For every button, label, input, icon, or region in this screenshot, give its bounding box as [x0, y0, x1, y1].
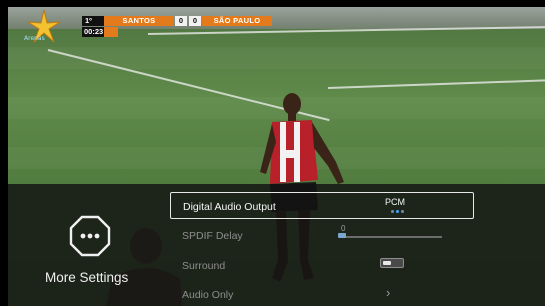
option-dot — [401, 210, 404, 213]
digital-audio-output-value: PCM — [385, 197, 405, 207]
home-team-name: SANTOS — [104, 16, 174, 26]
audio-only-label: Audio Only — [182, 289, 234, 301]
away-team-name: SÃO PAULO — [202, 16, 272, 26]
pitch-line — [327, 78, 545, 89]
option-dot-selected — [396, 210, 399, 213]
match-clock-accent — [104, 27, 118, 37]
surround-label: Surround — [182, 260, 226, 272]
option-dot — [391, 210, 394, 213]
audio-only-setting[interactable]: Audio Only › — [170, 281, 474, 306]
digital-audio-output-setting[interactable]: Digital Audio Output PCM — [170, 192, 474, 219]
settings-panel-title: More Settings — [45, 270, 129, 285]
spdif-delay-slider-knob[interactable] — [338, 233, 346, 238]
channel-logo-text: Arenas — [24, 35, 45, 42]
spdif-delay-value: 0 — [341, 224, 346, 233]
home-team-score: 0 — [175, 16, 187, 26]
surround-setting[interactable]: Surround — [170, 252, 474, 279]
more-dots-icon — [69, 215, 111, 257]
digital-audio-output-label: Digital Audio Output — [183, 201, 276, 213]
match-clock: 00:23 — [82, 27, 104, 37]
spdif-delay-label: SPDIF Delay — [182, 230, 243, 242]
chevron-right-icon: › — [386, 285, 391, 300]
channel-logo-icon — [27, 9, 61, 43]
away-team-score: 0 — [189, 16, 201, 26]
match-period: 1º — [82, 16, 104, 26]
toggle-knob — [383, 261, 391, 265]
scorebug: 1º SANTOS 0 0 SÃO PAULO — [82, 16, 272, 26]
surround-toggle[interactable] — [380, 258, 404, 268]
spdif-delay-slider[interactable] — [340, 236, 442, 238]
option-indicator-dots — [391, 210, 404, 213]
spdif-delay-setting[interactable]: SPDIF Delay 0 — [170, 222, 474, 249]
